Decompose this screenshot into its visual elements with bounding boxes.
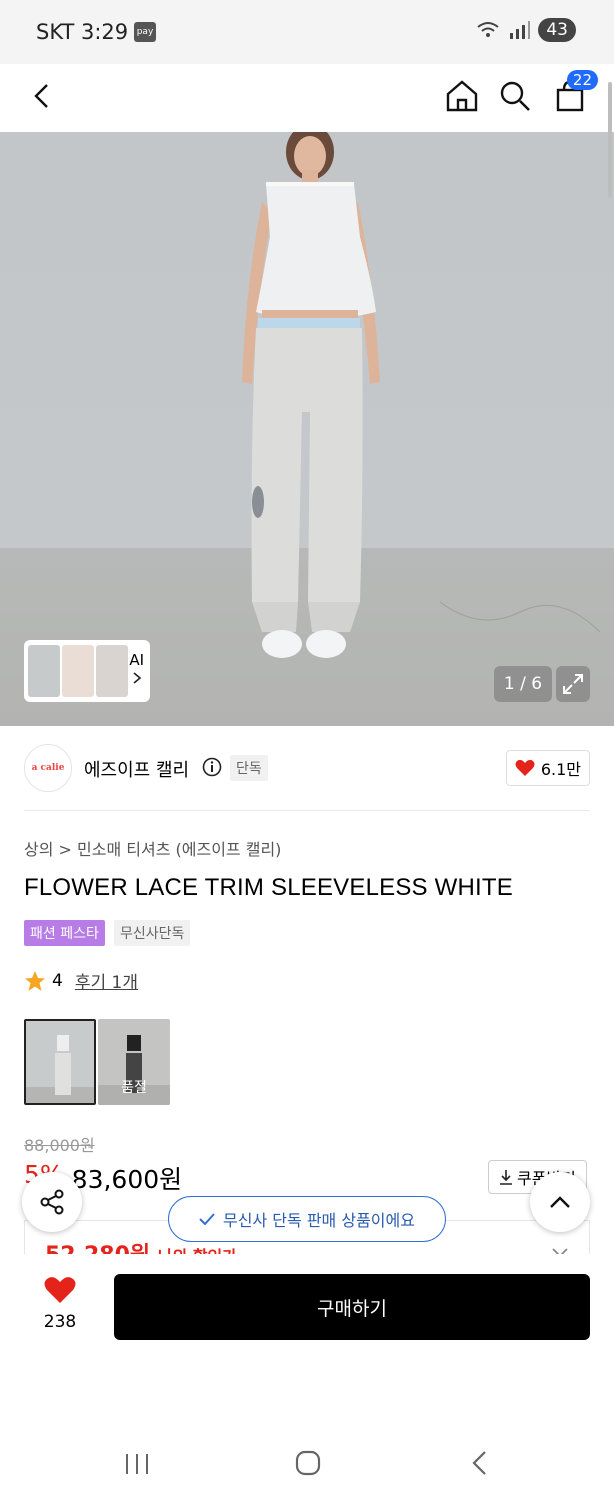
ai-label: AI (129, 651, 144, 669)
wifi-icon (477, 22, 499, 37)
chevron-left-icon (34, 84, 48, 108)
similar-items-strip[interactable]: AI (24, 640, 150, 702)
star-icon (25, 970, 45, 991)
musinsa-exclusive-tag: 무신사단독 (114, 920, 191, 946)
cart-count-badge: 22 (566, 70, 598, 90)
product-photo (242, 132, 601, 658)
brand-like-count: 6.1만 (540, 760, 581, 779)
battery-indicator: 43 (538, 18, 576, 42)
exclusive-notice-text: 무신사 단독 판매 상품이에요 (223, 1211, 415, 1230)
share-button[interactable] (22, 1172, 82, 1232)
fashion-festa-tag: 패션 페스타 (24, 920, 105, 946)
brand-logo[interactable]: a calie (24, 744, 72, 792)
download-icon (500, 1170, 512, 1185)
expand-icon (563, 674, 583, 694)
like-count: 238 (43, 1312, 77, 1332)
review-link[interactable]: 후기 1개 (75, 968, 138, 993)
divider (24, 810, 590, 811)
share-icon (40, 1189, 64, 1215)
ai-recommend-button[interactable]: AI (129, 650, 144, 690)
fullscreen-button[interactable] (556, 666, 590, 702)
thumbnail-image (96, 645, 128, 697)
scroll-top-button[interactable] (530, 1172, 590, 1232)
thumbnail-image (62, 645, 94, 697)
check-icon (199, 1213, 215, 1225)
cart-button[interactable]: 22 (548, 70, 598, 118)
search-icon (500, 81, 530, 111)
status-bar: SKT 3:29 pay 43 (0, 0, 614, 64)
rating-row: 4 후기 1개 (24, 968, 138, 993)
bottom-action-bar: 238 구매하기 (0, 1254, 614, 1354)
option-thumbnail (26, 1021, 94, 1103)
color-option-black[interactable]: 품절 (98, 1019, 170, 1105)
exclusive-notice-pill: 무신사 단독 판매 상품이에요 (168, 1196, 446, 1242)
system-nav-bar (0, 1428, 614, 1500)
rating-value: 4 (52, 970, 63, 991)
brand-row: a calie 에즈이프 캘리 단독 6.1만 (24, 744, 590, 792)
carrier-time: SKT 3:29 (36, 20, 129, 44)
recent-apps-icon[interactable] (124, 1452, 150, 1476)
back-nav-icon[interactable] (470, 1450, 488, 1476)
buy-button[interactable]: 구매하기 (114, 1274, 590, 1340)
brand-name[interactable]: 에즈이프 캘리 (84, 756, 189, 782)
back-button[interactable] (20, 74, 64, 118)
color-option-white[interactable] (24, 1019, 96, 1105)
chevron-right-icon (133, 672, 141, 684)
breadcrumb[interactable]: 상의 > 민소매 티셔츠 (에즈이프 캘리) (24, 836, 281, 860)
heart-icon[interactable] (44, 1276, 76, 1304)
pay-badge: pay (134, 22, 156, 42)
info-icon[interactable] (202, 757, 222, 777)
scrollbar[interactable] (608, 82, 612, 198)
chevron-up-icon (550, 1196, 570, 1208)
product-title: FLOWER LACE TRIM SLEEVELESS WHITE (24, 874, 513, 901)
home-button[interactable] (440, 74, 484, 118)
exclusive-tag: 단독 (230, 755, 268, 781)
product-image-carousel[interactable] (0, 132, 614, 726)
original-price: 88,000원 (24, 1136, 95, 1155)
sale-price: 83,600원 (71, 1165, 183, 1194)
home-icon (446, 80, 478, 112)
page-indicator: 1 / 6 (494, 666, 552, 702)
brand-like-button[interactable]: 6.1만 (505, 750, 590, 786)
sold-out-label: 품절 (121, 1080, 147, 1096)
home-nav-icon[interactable] (295, 1450, 321, 1476)
signal-icon (510, 21, 531, 39)
search-button[interactable] (493, 74, 537, 118)
app-header: 22 (0, 64, 614, 132)
heart-icon (515, 759, 535, 776)
thumbnail-image (28, 645, 60, 697)
